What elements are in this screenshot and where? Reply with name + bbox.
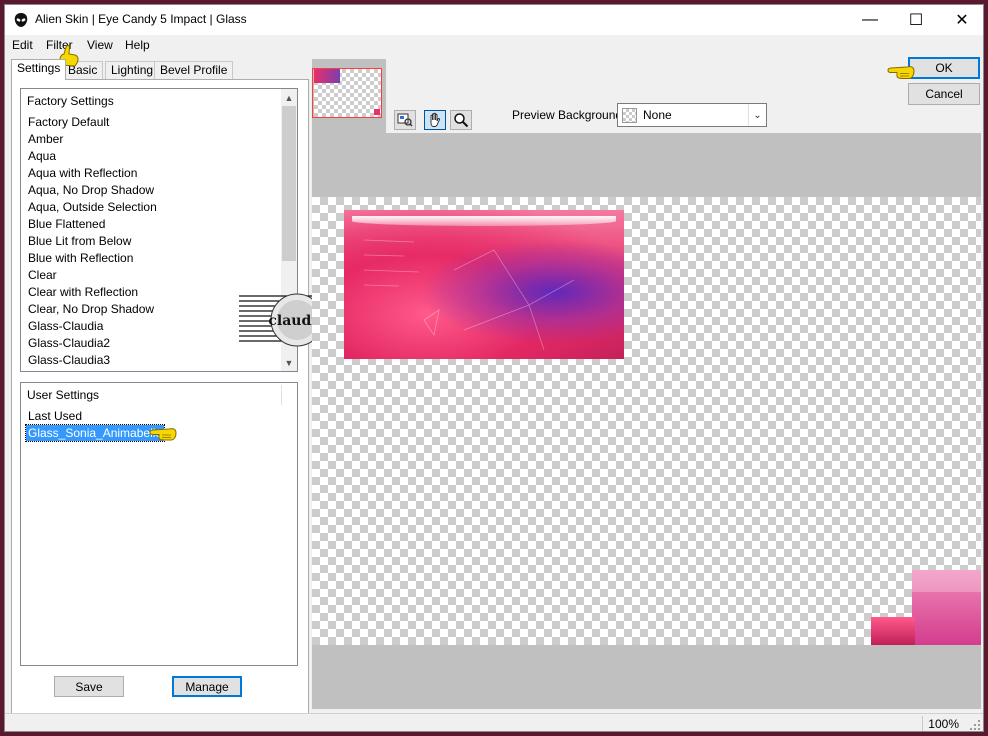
- pointing-hand-icon: [149, 428, 177, 441]
- list-item[interactable]: Blue Flattened: [26, 216, 107, 232]
- transparency-swatch-icon: [622, 108, 637, 123]
- window-title: Alien Skin | Eye Candy 5 Impact | Glass: [35, 12, 247, 26]
- artwork-fragment-left: [871, 617, 915, 645]
- list-item[interactable]: Aqua with Reflection: [26, 165, 139, 181]
- list-item[interactable]: Clear with Reflection: [26, 284, 140, 300]
- glass-effect-artwork: [344, 210, 624, 359]
- manage-button[interactable]: Manage: [172, 676, 242, 697]
- navigator-tool-button[interactable]: [394, 110, 416, 130]
- user-settings-list[interactable]: User Settings Last Used Glass_Sonia_Anim…: [20, 382, 298, 666]
- preview-canvas[interactable]: [312, 133, 981, 709]
- menu-view[interactable]: View: [87, 38, 113, 52]
- viewport-indicator[interactable]: [312, 68, 382, 118]
- title-bar: Alien Skin | Eye Candy 5 Impact | Glass …: [5, 5, 983, 35]
- settings-tab-panel: Factory Settings Factory Default Amber Aqu…: [11, 79, 309, 719]
- zoom-tool-button[interactable]: [450, 110, 472, 130]
- menu-help[interactable]: Help: [125, 38, 150, 52]
- artwork-texture: [363, 239, 575, 351]
- zoom-magnifier-icon: [454, 113, 469, 128]
- list-item[interactable]: Amber: [26, 131, 65, 147]
- tab-settings[interactable]: Settings: [11, 59, 67, 80]
- chevron-down-icon[interactable]: ⌄: [748, 104, 766, 126]
- scroll-down-icon[interactable]: ▼: [281, 354, 297, 371]
- list-item[interactable]: Aqua: [26, 148, 58, 164]
- preview-background-value: None: [643, 108, 672, 122]
- user-settings-header: User Settings: [27, 388, 100, 402]
- list-item[interactable]: Aqua, Outside Selection: [26, 199, 159, 215]
- cancel-button[interactable]: Cancel: [908, 83, 980, 105]
- list-item[interactable]: Clear, No Drop Shadow: [26, 301, 156, 317]
- maximize-button[interactable]: ☐: [893, 5, 939, 35]
- hand-tool-button[interactable]: [424, 110, 446, 130]
- status-bar: 100%: [5, 713, 983, 731]
- hand-pan-icon: [430, 112, 441, 127]
- list-item[interactable]: Aqua, No Drop Shadow: [26, 182, 156, 198]
- list-item[interactable]: Blue with Reflection: [26, 250, 135, 266]
- list-item[interactable]: Blue Lit from Below: [26, 233, 133, 249]
- list-item[interactable]: Last Used: [26, 408, 84, 424]
- pointing-hand-icon: [887, 66, 915, 79]
- list-item[interactable]: Clear: [26, 267, 59, 283]
- menu-bar: Edit Filter View Help: [5, 36, 983, 56]
- eye-candy-window: Alien Skin | Eye Candy 5 Impact | Glass …: [4, 4, 984, 732]
- minimize-button[interactable]: —: [847, 5, 893, 35]
- resize-grip-icon[interactable]: [969, 719, 981, 731]
- preview-background-select[interactable]: None ⌄: [617, 103, 767, 127]
- list-item[interactable]: Glass-Claudia2: [26, 335, 112, 351]
- scroll-thumb[interactable]: [282, 106, 296, 261]
- scroll-up-icon[interactable]: ▲: [281, 89, 297, 106]
- artwork-fragment-right: [912, 570, 981, 645]
- tab-lighting[interactable]: Lighting: [105, 61, 160, 79]
- close-button[interactable]: ✕: [939, 5, 983, 35]
- list-item[interactable]: Factory Default: [26, 114, 111, 130]
- header-divider: [281, 385, 282, 405]
- list-item[interactable]: Glass-Claudia: [26, 318, 105, 334]
- save-button[interactable]: Save: [54, 676, 124, 697]
- ok-button[interactable]: OK: [908, 57, 980, 79]
- factory-settings-header: Factory Settings: [27, 94, 114, 108]
- tab-bevel-profile[interactable]: Bevel Profile: [154, 61, 234, 79]
- menu-edit[interactable]: Edit: [12, 38, 33, 52]
- alien-skin-logo-icon: [14, 13, 28, 27]
- zoom-level: 100%: [928, 717, 959, 731]
- list-item[interactable]: Glass-Claudia3: [26, 352, 112, 368]
- status-divider: [922, 716, 923, 731]
- preview-background-label: Preview Background:: [512, 108, 626, 122]
- list-item-selected[interactable]: Glass_Sonia_Animabelle: [24, 424, 166, 442]
- artwork-fragment-highlight: [912, 570, 981, 592]
- navigator-thumbnail[interactable]: [312, 59, 386, 133]
- navigator-icon: [397, 113, 413, 127]
